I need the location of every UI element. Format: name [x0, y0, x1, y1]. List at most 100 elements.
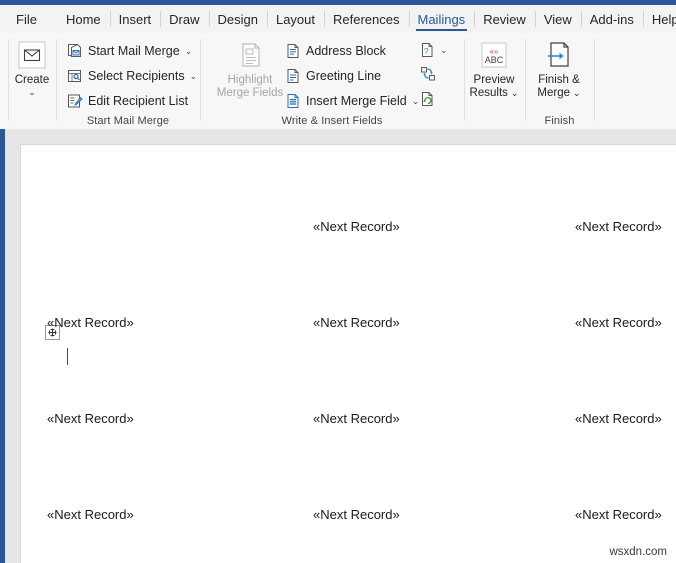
greeting-line-button[interactable]: Greeting Line: [285, 66, 381, 86]
word-application-window: File Home Insert Draw Design Layout Refe…: [0, 0, 676, 563]
tab-divider: [208, 11, 210, 27]
merge-field-r2c1[interactable]: «Next Record»: [313, 411, 400, 426]
merge-field-r1c0[interactable]: «Next Record»: [47, 315, 134, 330]
ribbon-group-create: Create ⌄: [8, 33, 56, 129]
group-label-start-mail-merge: Start Mail Merge: [86, 115, 170, 127]
address-block-label: Address Block: [306, 44, 386, 58]
svg-text:ABC: ABC: [485, 55, 504, 65]
tab-help[interactable]: Help: [642, 5, 676, 33]
tab-insert-label: Insert: [118, 11, 152, 27]
mail-merge-icon: [67, 43, 83, 59]
tab-design-label: Design: [217, 11, 258, 27]
ribbon: Create ⌄ Start Mail Merge ⌄ Select Recip…: [0, 33, 676, 130]
tab-divider: [408, 11, 410, 27]
merge-field-r1c2[interactable]: «Next Record»: [575, 315, 662, 330]
tab-divider: [324, 11, 326, 27]
merge-field-r1c1[interactable]: «Next Record»: [313, 315, 400, 330]
greeting-line-icon: [285, 68, 301, 84]
select-recipients-label: Select Recipients: [88, 69, 185, 83]
chevron-down-icon[interactable]: ⌄: [511, 88, 519, 98]
edit-recipient-list-label: Edit Recipient List: [88, 94, 189, 108]
address-block-icon: [285, 43, 301, 59]
highlight-merge-fields-label-line1: Highlight: [227, 74, 273, 86]
merge-field-r3c1[interactable]: «Next Record»: [313, 507, 400, 522]
update-labels-icon: [420, 91, 436, 107]
finish-and-merge-label-line1: Finish &: [538, 74, 580, 86]
tab-divider: [534, 11, 536, 27]
start-mail-merge-button[interactable]: Start Mail Merge ⌄: [67, 41, 192, 61]
highlight-merge-fields-button[interactable]: Highlight Merge Fields: [214, 39, 286, 100]
chevron-down-icon[interactable]: ⌄: [190, 71, 198, 82]
preview-results-label-line2-text: Results: [469, 87, 508, 99]
text-cursor: [67, 348, 68, 365]
tab-draw[interactable]: Draw: [160, 5, 208, 33]
chevron-down-icon[interactable]: ⌄: [440, 45, 448, 56]
match-fields-button[interactable]: [420, 66, 436, 82]
tab-home-label: Home: [65, 11, 101, 27]
preview-results-button[interactable]: «» ABC Preview Results ⌄: [466, 39, 522, 100]
tab-review[interactable]: Review: [474, 5, 535, 33]
merge-field-r2c2[interactable]: «Next Record»: [575, 411, 662, 426]
insert-merge-field-button[interactable]: Insert Merge Field ⌄: [285, 91, 419, 111]
tab-review-label: Review: [483, 11, 526, 27]
rules-button[interactable]: ? ⌄: [420, 42, 448, 58]
insert-merge-field-icon: [285, 93, 301, 109]
finish-and-merge-button[interactable]: Finish & Merge ⌄: [531, 39, 587, 100]
tab-insert[interactable]: Insert: [109, 5, 161, 33]
chevron-down-icon[interactable]: ⌄: [573, 88, 581, 98]
merge-field-r3c0[interactable]: «Next Record»: [47, 507, 134, 522]
abc-preview-icon: «» ABC: [478, 39, 510, 71]
ribbon-group-start-mail-merge: Start Mail Merge ⌄ Select Recipients ⌄ E…: [56, 33, 200, 129]
tab-add-ins[interactable]: Add-ins: [580, 5, 643, 33]
edit-recipient-list-icon: [67, 93, 83, 109]
tab-divider: [580, 11, 582, 27]
watermark-text: wsxdn.com: [609, 546, 667, 558]
match-fields-icon: [420, 66, 436, 82]
chevron-down-icon[interactable]: ⌄: [185, 46, 193, 57]
edit-recipient-list-button[interactable]: Edit Recipient List: [67, 91, 188, 111]
merge-field-r3c2[interactable]: «Next Record»: [575, 507, 662, 522]
insert-merge-field-label: Insert Merge Field: [306, 94, 407, 108]
create-envelopes-button[interactable]: Create ⌄: [4, 39, 60, 97]
tab-help-label: Help: [651, 11, 676, 27]
tab-file-label: File: [16, 11, 37, 27]
preview-results-label-line1: Preview: [473, 74, 515, 86]
tab-home[interactable]: Home: [57, 5, 110, 33]
tab-view[interactable]: View: [534, 5, 581, 33]
left-accent-rail: [0, 129, 5, 563]
tab-references-label: References: [333, 11, 400, 27]
group-divider: [594, 39, 595, 121]
chevron-down-icon[interactable]: ⌄: [412, 96, 420, 107]
tab-layout[interactable]: Layout: [266, 5, 324, 33]
finish-and-merge-label-line2: Merge ⌄: [531, 87, 587, 100]
preview-results-label-line2: Results ⌄: [466, 87, 522, 100]
highlight-merge-fields-icon: [234, 39, 266, 71]
merge-field-r0c2[interactable]: «Next Record»: [575, 219, 662, 234]
highlight-merge-fields-label-line2: Merge Fields: [216, 87, 284, 99]
group-label-write-insert-fields: Write & Insert Fields: [281, 115, 383, 127]
group-label-finish: Finish: [544, 115, 575, 127]
tab-divider: [160, 11, 162, 27]
merge-field-r0c1[interactable]: «Next Record»: [313, 219, 400, 234]
create-label: Create: [14, 74, 50, 86]
ribbon-tab-strip: File Home Insert Draw Design Layout Refe…: [0, 5, 676, 34]
tab-references[interactable]: References: [324, 5, 408, 33]
tab-divider: [642, 11, 644, 27]
document-page[interactable]: «Next Record» «Next Record» «Next Record…: [20, 144, 676, 563]
svg-text:?: ?: [424, 46, 429, 56]
greeting-line-label: Greeting Line: [306, 69, 382, 83]
start-mail-merge-label: Start Mail Merge: [88, 44, 180, 58]
document-canvas[interactable]: «Next Record» «Next Record» «Next Record…: [0, 129, 676, 563]
tab-mailings[interactable]: Mailings: [408, 5, 475, 33]
merge-field-r2c0[interactable]: «Next Record»: [47, 411, 134, 426]
address-block-button[interactable]: Address Block: [285, 41, 386, 61]
tab-layout-label: Layout: [275, 11, 316, 27]
select-recipients-button[interactable]: Select Recipients ⌄: [67, 66, 197, 86]
ribbon-group-preview-results: «» ABC Preview Results ⌄: [464, 33, 525, 129]
chevron-down-icon[interactable]: ⌄: [4, 87, 60, 97]
tab-design[interactable]: Design: [208, 5, 267, 33]
rules-icon: ?: [420, 42, 436, 58]
update-labels-button[interactable]: [420, 91, 436, 107]
tab-divider: [474, 11, 476, 27]
tab-file[interactable]: File: [0, 5, 51, 33]
